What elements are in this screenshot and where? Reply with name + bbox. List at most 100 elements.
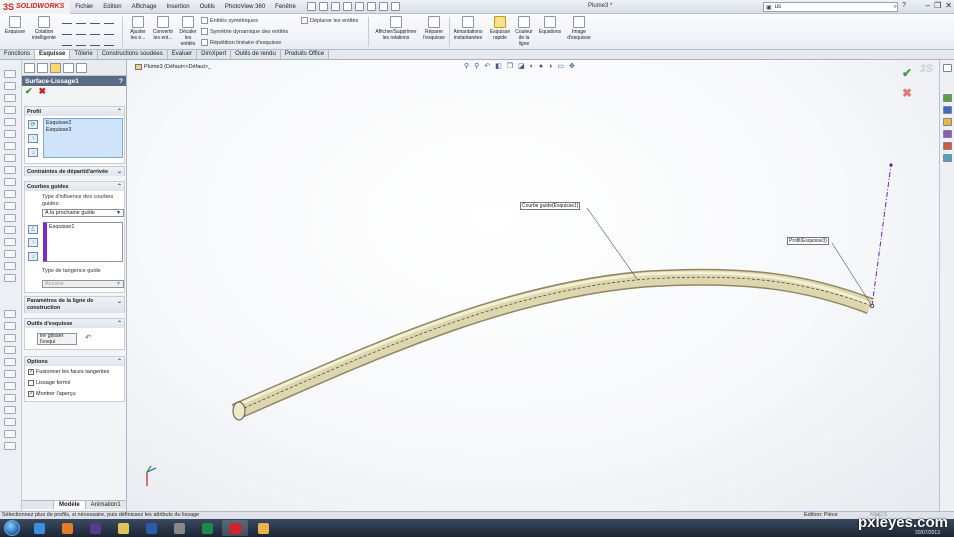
search-icon[interactable]: ⌕: [894, 4, 897, 11]
feature-help-icon[interactable]: ?: [119, 78, 123, 85]
tangence-dropdown[interactable]: Aucune ▼: [42, 280, 124, 288]
text-icon[interactable]: [104, 27, 114, 35]
save-icon[interactable]: [330, 2, 340, 11]
tool-icon[interactable]: [4, 382, 16, 390]
taskbar-word[interactable]: [138, 520, 164, 536]
rebuild-icon[interactable]: [378, 2, 388, 11]
tab-outils-rendu[interactable]: Outils de rendu: [231, 50, 281, 59]
taskbar-ie[interactable]: [26, 520, 52, 536]
close-button[interactable]: ✕: [945, 1, 952, 10]
menu-insertion[interactable]: Insertion: [162, 4, 195, 10]
profile-endpoint[interactable]: [889, 163, 893, 167]
profil-callout[interactable]: Profil(Esquisse3): [787, 237, 829, 245]
tab-esquisse[interactable]: Esquisse: [35, 50, 71, 59]
ajuster-button[interactable]: Ajuster les e...: [127, 16, 149, 41]
tool-icon[interactable]: [4, 274, 16, 282]
aimantations-button[interactable]: Aimantations instantanées: [451, 16, 485, 41]
slot-icon[interactable]: [90, 27, 100, 35]
collapse-icon[interactable]: ⌃: [117, 358, 122, 365]
menu-affichage[interactable]: Affichage: [127, 4, 162, 10]
tool-icon[interactable]: [4, 430, 16, 438]
tool-icon[interactable]: [4, 106, 16, 114]
tool-icon[interactable]: [4, 406, 16, 414]
tab-fonctions[interactable]: Fonctions: [0, 50, 36, 59]
tool-icon[interactable]: [4, 214, 16, 222]
property-manager-icon[interactable]: [37, 63, 48, 73]
checkbox-checked-icon[interactable]: ✓: [28, 369, 34, 375]
feature-tree-icon[interactable]: [24, 63, 35, 73]
equations-button[interactable]: Equations: [537, 16, 563, 35]
tool-icon[interactable]: [4, 226, 16, 234]
view-palette-icon[interactable]: [943, 130, 952, 138]
group-header[interactable]: Contraintes de départ/d'arrivée ⌄: [25, 167, 124, 176]
tool-icon[interactable]: [4, 238, 16, 246]
afficher-relations-button[interactable]: Afficher/Supprimer les relations: [372, 16, 420, 41]
maximize-button[interactable]: ❐: [934, 1, 941, 10]
montrer-apercu-checkbox[interactable]: ✓ Montrer l'aperçu: [28, 391, 76, 397]
menu-outils[interactable]: Outils: [195, 4, 220, 10]
appearances-icon[interactable]: [943, 142, 952, 150]
minimize-button[interactable]: –: [926, 1, 930, 10]
expand-icon[interactable]: ⌄: [117, 168, 122, 175]
list-item[interactable]: Esquisse3: [46, 127, 120, 134]
collapse-icon[interactable]: ⌃: [117, 320, 122, 327]
cancel-x-icon[interactable]: ✖: [39, 86, 47, 97]
move-down-button[interactable]: ↓: [28, 252, 38, 261]
tool-icon[interactable]: [4, 178, 16, 186]
tab-animation[interactable]: Animation1: [86, 501, 127, 509]
search-box[interactable]: ▣ us ⌕: [763, 2, 898, 12]
expand-icon[interactable]: ⌄: [117, 298, 122, 305]
dimxpert-icon[interactable]: [63, 63, 74, 73]
group-header[interactable]: Options ⌃: [25, 357, 124, 366]
group-header[interactable]: Courbes guides ⌃: [25, 182, 124, 191]
tool-icon[interactable]: [4, 250, 16, 258]
new-icon[interactable]: [306, 2, 316, 11]
esquisse-button[interactable]: Esquisse: [4, 16, 26, 35]
spline-icon[interactable]: [104, 16, 114, 24]
checkbox-unchecked-icon[interactable]: [28, 380, 34, 386]
tool-icon[interactable]: [4, 130, 16, 138]
start-button[interactable]: [4, 520, 20, 536]
circle-icon[interactable]: [76, 16, 86, 24]
menu-edition[interactable]: Edition: [98, 4, 126, 10]
tool-icon[interactable]: [4, 310, 16, 318]
polygon-icon[interactable]: [76, 27, 86, 35]
print-icon[interactable]: [342, 2, 352, 11]
tool-icon[interactable]: [4, 70, 16, 78]
profile-sketch-line[interactable]: [871, 164, 892, 307]
taskbar-media[interactable]: [82, 520, 108, 536]
checkbox-checked-icon[interactable]: ✓: [28, 391, 34, 397]
symetrie-dynamique-button[interactable]: Symétrie dynamique des entités: [201, 28, 288, 35]
tab-dimxpert[interactable]: DimXpert: [197, 50, 232, 59]
menu-fenetre[interactable]: Fenêtre: [270, 4, 301, 10]
graphics-area[interactable]: Plume3 (Défaut<<Défaut>_ ⚲ ⚲ ↶ ◧ ❒ ◪ ◐ ●…: [127, 60, 939, 511]
plane-icon[interactable]: [90, 38, 100, 46]
rectangle-icon[interactable]: [62, 27, 72, 35]
tool-icon[interactable]: [4, 418, 16, 426]
guide-curve-callout[interactable]: Courbe guide(Esquisse1): [520, 202, 581, 210]
home-icon[interactable]: [943, 64, 952, 72]
taskbar-explorer[interactable]: [110, 520, 136, 536]
tab-constructions-soudees[interactable]: Constructions soudées: [97, 50, 168, 59]
couleur-ligne-button[interactable]: Couleur de la ligne: [513, 16, 535, 47]
repetition-lineaire-button[interactable]: Répétition linéaire d'esquisse: [201, 39, 281, 46]
select-icon[interactable]: [366, 2, 376, 11]
taskbar-solidworks[interactable]: [222, 520, 248, 536]
collapse-icon[interactable]: ⌃: [117, 108, 122, 115]
tab-produits-office[interactable]: Produits Office: [280, 50, 330, 59]
tool-icon[interactable]: [4, 82, 16, 90]
tool-icon[interactable]: [4, 334, 16, 342]
file-explorer-icon[interactable]: [943, 118, 952, 126]
tab-modele[interactable]: Modèle: [54, 501, 86, 509]
tab-evaluer[interactable]: Evaluer: [167, 50, 198, 59]
tab-scroll-arrows[interactable]: [22, 501, 54, 509]
taskbar-files[interactable]: [250, 520, 276, 536]
start-profile-ellipse[interactable]: [232, 401, 246, 421]
tool-icon[interactable]: [4, 94, 16, 102]
menu-photoview[interactable]: PhotoView 360: [220, 4, 270, 10]
cotation-button[interactable]: Cotation intelligente: [28, 16, 60, 41]
move-up-button[interactable]: ↑: [28, 134, 38, 143]
tool-icon[interactable]: [4, 190, 16, 198]
decaler-button[interactable]: Décaler les entités: [177, 16, 199, 47]
tool-icon[interactable]: [4, 346, 16, 354]
